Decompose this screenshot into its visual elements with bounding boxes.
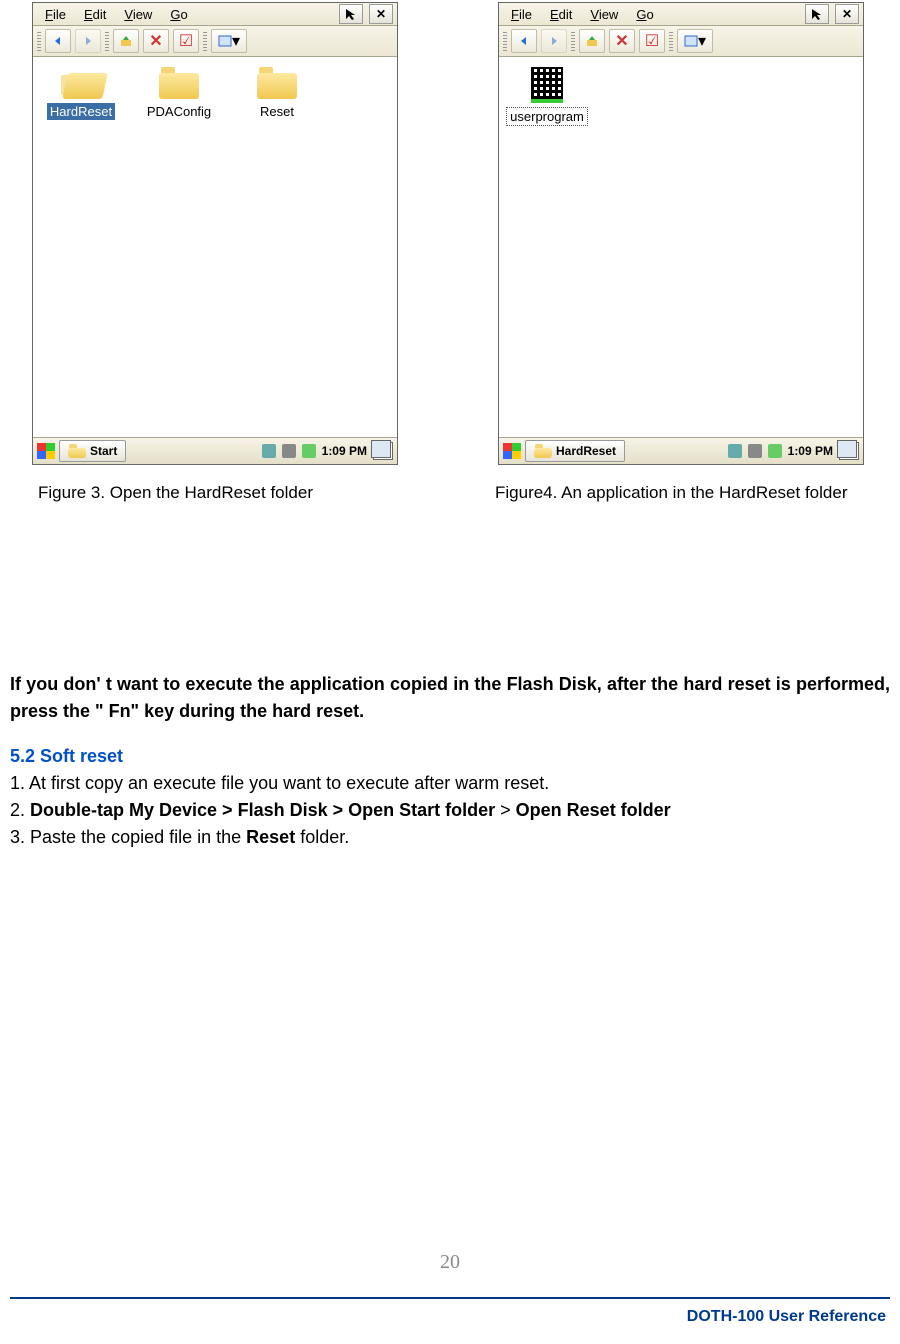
section-heading: 5.2 Soft reset bbox=[10, 743, 890, 770]
taskbar-clock: 1:09 PM bbox=[322, 444, 367, 458]
tray-battery-icon[interactable] bbox=[768, 444, 782, 458]
back-icon[interactable] bbox=[45, 29, 71, 53]
step-3: 3. Paste the copied file in the Reset fo… bbox=[10, 824, 890, 851]
item-label: userprogram bbox=[506, 107, 588, 126]
menu-bar: FFileile Edit View Go ✕ bbox=[33, 3, 397, 26]
folder-item-hardreset[interactable]: HardReset bbox=[41, 67, 121, 120]
windows-flag-icon[interactable] bbox=[37, 443, 55, 459]
help-pointer-icon[interactable] bbox=[339, 4, 363, 24]
close-icon[interactable]: ✕ bbox=[369, 4, 393, 24]
tray-network-icon[interactable] bbox=[262, 444, 276, 458]
window-switch-icon[interactable] bbox=[839, 442, 859, 460]
barcode-app-icon bbox=[531, 67, 563, 103]
up-folder-icon[interactable] bbox=[113, 29, 139, 53]
start-label: Start bbox=[90, 444, 117, 458]
toolbar-grip bbox=[571, 31, 575, 51]
folder-item-reset[interactable]: Reset bbox=[237, 67, 317, 120]
check-icon[interactable]: ☑ bbox=[639, 29, 665, 53]
tray-network-icon[interactable] bbox=[728, 444, 742, 458]
file-item-userprogram[interactable]: userprogram bbox=[507, 67, 587, 126]
footer-rule bbox=[10, 1297, 890, 1299]
tray-keyboard-icon[interactable] bbox=[748, 444, 762, 458]
view-mode-icon[interactable]: ▾ bbox=[677, 29, 713, 53]
delete-icon[interactable]: ✕ bbox=[609, 29, 635, 53]
folder-icon bbox=[159, 67, 199, 99]
tray-keyboard-icon[interactable] bbox=[282, 444, 296, 458]
toolbar: ✕ ☑ ▾ bbox=[33, 26, 397, 57]
menu-view[interactable]: View bbox=[582, 5, 626, 24]
item-label: HardReset bbox=[47, 103, 115, 120]
start-button[interactable]: Start bbox=[59, 440, 126, 462]
check-icon[interactable]: ☑ bbox=[173, 29, 199, 53]
forward-icon[interactable] bbox=[75, 29, 101, 53]
folder-icon bbox=[68, 444, 86, 458]
pda-screenshot-right: File Edit View Go ✕ ✕ ☑ ▾ bbox=[498, 2, 864, 465]
menu-bar: File Edit View Go ✕ bbox=[499, 3, 863, 26]
pda-screenshot-left: FFileile Edit View Go ✕ ✕ ☑ ▾ bbox=[32, 2, 398, 465]
start-button[interactable]: HardReset bbox=[525, 440, 625, 462]
folder-contents: HardReset PDAConfig Reset bbox=[33, 57, 397, 437]
menu-go[interactable]: Go bbox=[162, 5, 195, 24]
folder-item-pdaconfig[interactable]: PDAConfig bbox=[139, 67, 219, 120]
taskbar: Start 1:09 PM bbox=[33, 437, 397, 464]
menu-file[interactable]: File bbox=[503, 5, 540, 24]
toolbar-grip bbox=[503, 31, 507, 51]
toolbar-grip bbox=[105, 31, 109, 51]
footer-reference: DOTH-100 User Reference bbox=[687, 1308, 886, 1326]
menu-view[interactable]: View bbox=[116, 5, 160, 24]
menu-go[interactable]: Go bbox=[628, 5, 661, 24]
folder-icon bbox=[534, 444, 552, 458]
toolbar-grip bbox=[669, 31, 673, 51]
figure-caption-3: Figure 3. Open the HardReset folder bbox=[38, 483, 435, 503]
figure-caption-4: Figure4. An application in the HardReset… bbox=[495, 483, 892, 503]
menu-edit[interactable]: Edit bbox=[76, 5, 114, 24]
toolbar-grip bbox=[203, 31, 207, 51]
tray-battery-icon[interactable] bbox=[302, 444, 316, 458]
windows-flag-icon[interactable] bbox=[503, 443, 521, 459]
menu-file[interactable]: FFileile bbox=[37, 5, 74, 24]
toolbar: ✕ ☑ ▾ bbox=[499, 26, 863, 57]
folder-icon bbox=[257, 67, 297, 99]
close-icon[interactable]: ✕ bbox=[835, 4, 859, 24]
step-1: 1. At first copy an execute file you wan… bbox=[10, 770, 890, 797]
menu-edit[interactable]: Edit bbox=[542, 5, 580, 24]
delete-icon[interactable]: ✕ bbox=[143, 29, 169, 53]
folder-open-icon bbox=[61, 67, 101, 99]
item-label: Reset bbox=[257, 103, 297, 120]
toolbar-grip bbox=[37, 31, 41, 51]
taskbar-clock: 1:09 PM bbox=[788, 444, 833, 458]
taskbar: HardReset 1:09 PM bbox=[499, 437, 863, 464]
step-2: 2. Double-tap My Device > Flash Disk > O… bbox=[10, 797, 890, 824]
forward-icon[interactable] bbox=[541, 29, 567, 53]
note-paragraph: If you don' t want to execute the applic… bbox=[10, 671, 890, 725]
folder-contents: userprogram bbox=[499, 57, 863, 437]
item-label: PDAConfig bbox=[144, 103, 214, 120]
help-pointer-icon[interactable] bbox=[805, 4, 829, 24]
view-mode-icon[interactable]: ▾ bbox=[211, 29, 247, 53]
page-number: 20 bbox=[0, 1251, 900, 1274]
up-folder-icon[interactable] bbox=[579, 29, 605, 53]
window-switch-icon[interactable] bbox=[373, 442, 393, 460]
start-label: HardReset bbox=[556, 444, 616, 458]
back-icon[interactable] bbox=[511, 29, 537, 53]
